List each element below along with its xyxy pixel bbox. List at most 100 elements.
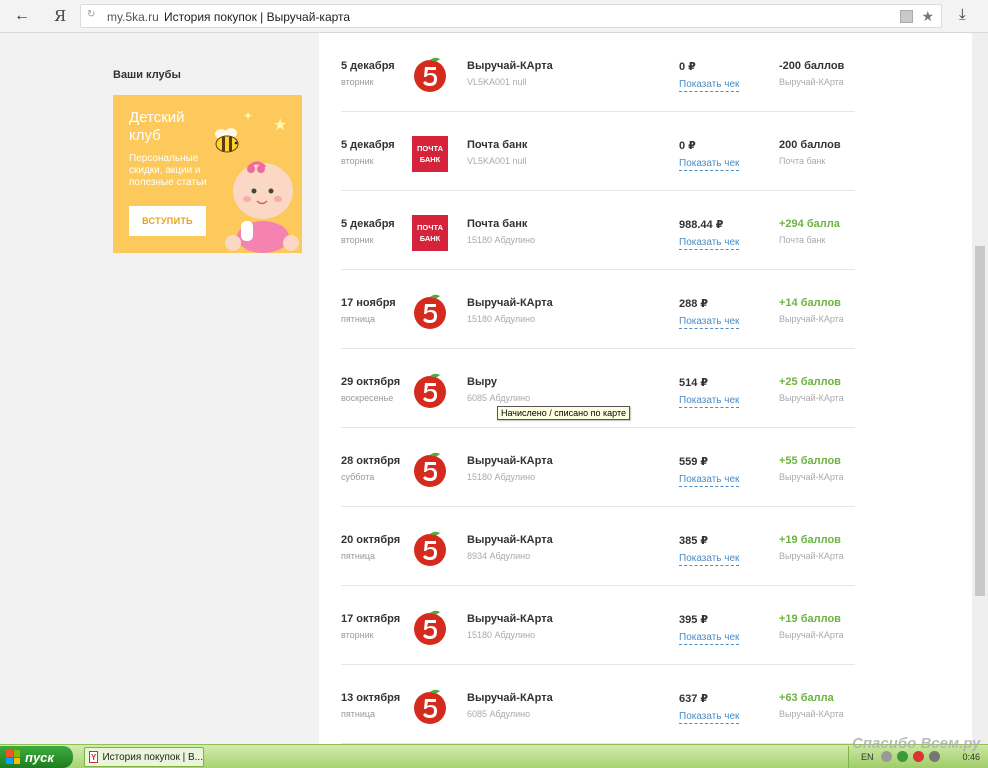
transaction-weekday: пятница (341, 314, 376, 324)
vertical-scrollbar[interactable] (972, 33, 988, 744)
windows-taskbar: пуск Y История покупок | В... EN 0:46 (0, 744, 988, 768)
sparkle-icon: ★ (273, 117, 288, 134)
tray-icon[interactable] (881, 751, 892, 762)
show-receipt-link[interactable]: Показать чек (679, 236, 740, 250)
points-change[interactable]: +25 баллов (779, 376, 841, 388)
pochta-bank-logo: ПОЧТА БАНК (412, 136, 448, 172)
scrollbar-thumb[interactable] (975, 246, 985, 596)
points-source: Выручай-КАрта (779, 472, 844, 482)
baby-illustration (225, 161, 299, 253)
store-name: 6085 Абдулино (467, 709, 531, 719)
pyaterochka-logo (414, 294, 446, 329)
clock: 0:46 (962, 752, 980, 762)
tabs-icon[interactable] (900, 10, 913, 23)
points-change[interactable]: +19 баллов (779, 534, 841, 546)
clubs-title: Ваши клубы (113, 69, 181, 81)
points-source: Почта банк (779, 156, 826, 166)
browser-toolbar: ← Я ↻ my.5ka.ru История покупок | Выруча… (0, 0, 988, 33)
transaction-weekday: вторник (341, 156, 374, 166)
show-receipt-link[interactable]: Показать чек (679, 552, 740, 566)
join-club-button[interactable]: ВСТУПИТЬ (129, 206, 206, 236)
show-receipt-link[interactable]: Показать чек (679, 394, 740, 408)
transaction-weekday: пятница (341, 551, 376, 561)
tray-icon[interactable] (913, 751, 924, 762)
points-change[interactable]: +294 балла (779, 218, 840, 230)
purchase-amount: 395 ₽ (679, 614, 709, 626)
transaction-weekday: пятница (341, 709, 376, 719)
tooltip: Начислено / списано по карте (497, 406, 630, 420)
transaction-weekday: вторник (341, 77, 374, 87)
page-viewport: Ваши клубы Детский клуб Персональные ски… (0, 33, 972, 744)
yandex-logo-button[interactable]: Я (50, 6, 70, 26)
show-receipt-link[interactable]: Показать чек (679, 710, 740, 724)
pyaterochka-logo (414, 57, 446, 92)
store-name: 6085 Абдулино (467, 393, 531, 403)
pyaterochka-logo (414, 452, 446, 487)
merchant-name: Выру (467, 376, 498, 388)
show-receipt-link[interactable]: Показать чек (679, 473, 740, 487)
start-button[interactable]: пуск (0, 746, 73, 768)
purchase-amount: 385 ₽ (679, 535, 709, 547)
purchase-amount: 988.44 ₽ (679, 219, 724, 231)
store-name: 15180 Абдулино (467, 630, 536, 640)
transaction-weekday: воскресенье (341, 393, 394, 403)
back-arrow-icon[interactable]: ← (12, 6, 32, 26)
tray-icon[interactable] (897, 751, 908, 762)
transaction-date: 20 октября (341, 534, 401, 546)
transaction-row: 17 октября вторник Выручай-КАрта 15180 А… (341, 586, 855, 665)
points-source: Выручай-КАрта (779, 709, 844, 719)
transaction-date: 13 октября (341, 692, 401, 704)
tray-icon[interactable] (929, 751, 940, 762)
kids-club-card[interactable]: Детский клуб Персональные скидки, акции … (113, 95, 302, 253)
bookmark-star-icon[interactable]: ★ (921, 8, 934, 25)
taskbar-browser-window[interactable]: Y История покупок | В... (84, 747, 204, 767)
transaction-row: 5 декабря вторник ПОЧТА БАНК Почта банк … (341, 112, 855, 191)
windows-flag-icon (6, 750, 20, 764)
purchase-amount: 637 ₽ (679, 693, 709, 705)
purchase-amount: 514 ₽ (679, 377, 709, 389)
pyaterochka-logo (414, 689, 446, 724)
points-source: Выручай-КАрта (779, 393, 844, 403)
points-change[interactable]: +63 балла (779, 692, 834, 704)
purchase-amount: 0 ₽ (679, 140, 696, 152)
show-receipt-link[interactable]: Показать чек (679, 157, 740, 171)
transaction-weekday: суббота (341, 472, 375, 482)
purchase-amount: 0 ₽ (679, 61, 696, 73)
address-bar[interactable]: ↻ my.5ka.ru История покупок | Выручай-ка… (80, 4, 942, 28)
yandex-browser-icon: Y (89, 751, 99, 763)
show-receipt-link[interactable]: Показать чек (679, 631, 740, 645)
merchant-name: Почта банк (467, 139, 528, 151)
bee-icon (215, 128, 239, 153)
url-host: my.5ka.ru (107, 10, 159, 24)
merchant-name: Выручай-КАрта (467, 60, 553, 72)
store-name: 15180 Абдулино (467, 314, 536, 324)
reload-icon[interactable]: ↻ (87, 9, 95, 20)
points-change[interactable]: -200 баллов (779, 60, 844, 72)
svg-text:ПОЧТА: ПОЧТА (417, 144, 444, 153)
points-change[interactable]: +14 баллов (779, 297, 841, 309)
merchant-name: Выручай-КАрта (467, 455, 553, 467)
points-change[interactable]: +55 баллов (779, 455, 841, 467)
transaction-row: 20 октября пятница Выручай-КАрта 8934 Аб… (341, 507, 855, 586)
svg-text:БАНК: БАНК (420, 234, 441, 243)
store-name: 8934 Абдулино (467, 551, 531, 561)
points-change[interactable]: 200 баллов (779, 139, 841, 151)
show-receipt-link[interactable]: Показать чек (679, 78, 740, 92)
language-indicator[interactable]: EN (861, 752, 874, 762)
club-description: Персональные скидки, акции и полезные ст… (129, 153, 207, 188)
merchant-name: Почта банк (467, 218, 528, 230)
points-change[interactable]: +19 баллов (779, 613, 841, 625)
svg-text:БАНК: БАНК (420, 155, 441, 164)
club-name: Детский клуб (129, 109, 185, 144)
show-receipt-link[interactable]: Показать чек (679, 315, 740, 329)
transaction-weekday: вторник (341, 235, 374, 245)
start-label: пуск (25, 749, 54, 765)
pyaterochka-logo (414, 531, 446, 566)
transaction-row: 5 декабря вторник Выручай-КАрта VL5KA001… (341, 33, 855, 112)
pyaterochka-logo (414, 373, 446, 408)
transaction-row: 5 декабря вторник ПОЧТА БАНК Почта банк … (341, 191, 855, 270)
sparkle-icon: ✦ (243, 109, 254, 123)
merchant-name: Выручай-КАрта (467, 534, 553, 546)
download-icon[interactable]: ⤓ (959, 6, 966, 23)
merchant-name: Выручай-КАрта (467, 297, 553, 309)
